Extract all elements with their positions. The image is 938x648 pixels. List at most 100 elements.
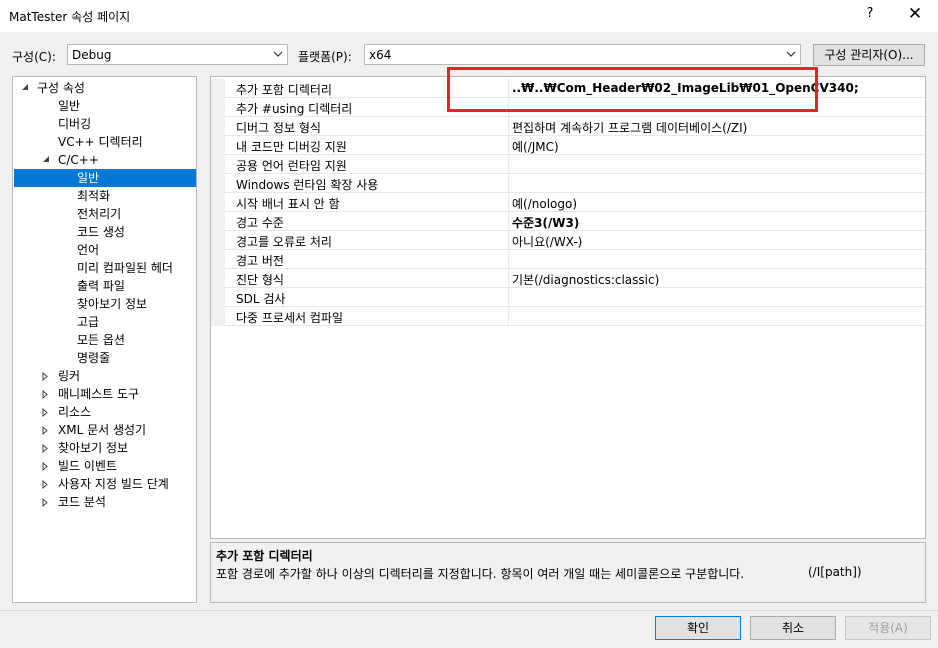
collapsed-triangle-icon[interactable] [42, 498, 48, 507]
ok-button[interactable]: 확인 [655, 616, 741, 640]
grid-row-clr-support[interactable]: 공용 언어 런타임 지원 [211, 155, 925, 174]
grid-row-name: 디버그 정보 형식 [236, 121, 321, 135]
tree-item-resources[interactable]: 리소스 [58, 403, 91, 421]
collapsed-triangle-icon[interactable] [42, 480, 48, 489]
row-margin [211, 174, 225, 193]
close-button[interactable]: ✕ [903, 4, 927, 28]
tree-item-code-generation[interactable]: 코드 생성 [77, 223, 125, 241]
grid-row-value[interactable]: 기본(/diagnostics:classic) [512, 271, 659, 288]
tree-item-browse-info-2[interactable]: 찾아보기 정보 [58, 439, 128, 457]
tree-item-cpp[interactable]: C/C++ [58, 151, 99, 169]
collapsed-triangle-icon[interactable] [42, 444, 48, 453]
column-divider [508, 307, 509, 326]
cancel-button[interactable]: 취소 [750, 616, 836, 640]
column-divider [508, 288, 509, 307]
platform-value: x64 [369, 48, 392, 62]
grid-row-name: 다중 프로세서 컴파일 [236, 311, 343, 325]
row-margin [211, 79, 225, 98]
tree-item-build-events[interactable]: 빌드 이벤트 [58, 457, 117, 475]
property-grid[interactable]: 추가 포함 디렉터리 ..₩..₩Com_Header₩02_ImageLib₩… [210, 76, 926, 539]
row-margin [211, 250, 225, 269]
column-divider [508, 136, 509, 155]
tree-item-preprocessor[interactable]: 전처리기 [77, 205, 121, 223]
grid-row-name: 경고 버전 [236, 254, 284, 268]
tree-item-xml-doc-generator[interactable]: XML 문서 생성기 [58, 421, 146, 439]
grid-row-name: Windows 런타임 확장 사용 [236, 178, 379, 192]
grid-row-diagnostics-format[interactable]: 진단 형식 기본(/diagnostics:classic) [211, 269, 925, 288]
grid-row-debug-info-format[interactable]: 디버그 정보 형식 편집하며 계속하기 프로그램 데이터베이스(/ZI) [211, 117, 925, 136]
tree-item-output-files[interactable]: 출력 파일 [77, 277, 125, 295]
tree-item-optimization[interactable]: 최적화 [77, 187, 110, 205]
title-bar [0, 0, 938, 32]
row-margin [211, 307, 225, 326]
expanded-triangle-icon[interactable] [42, 155, 50, 163]
collapsed-triangle-icon[interactable] [42, 426, 48, 435]
row-margin [211, 212, 225, 231]
tree-item-cpp-general-selected[interactable]: 일반 [14, 169, 196, 187]
tree-item-vc-directories[interactable]: VC++ 디렉터리 [58, 133, 143, 151]
tree-item-debugging[interactable]: 디버깅 [58, 115, 91, 133]
grid-row-value[interactable]: 수준3(/W3) [512, 214, 579, 231]
tree-item-all-options[interactable]: 모든 옵션 [77, 331, 125, 349]
grid-row-warning-level[interactable]: 경고 수준 수준3(/W3) [211, 212, 925, 231]
row-margin [211, 98, 225, 117]
tree-item-linker[interactable]: 링커 [58, 367, 80, 385]
description-switch: (/I[path]) [808, 565, 862, 579]
help-button[interactable]: ? [860, 6, 880, 26]
grid-row-name: 내 코드만 디버깅 지원 [236, 140, 347, 154]
grid-row-just-my-code[interactable]: 내 코드만 디버깅 지원 예(/JMC) [211, 136, 925, 155]
description-panel: 추가 포함 디렉터리 포함 경로에 추가할 하나 이상의 디렉터리를 지정합니다… [210, 542, 926, 603]
description-title: 추가 포함 디렉터리 [216, 549, 313, 563]
description-text: 포함 경로에 추가할 하나 이상의 디렉터리를 지정합니다. 항목이 여러 개일… [216, 567, 745, 581]
tree-item-advanced[interactable]: 고급 [77, 313, 99, 331]
row-margin [211, 193, 225, 212]
tree-item-label: 일반 [77, 171, 100, 185]
tree-item-general[interactable]: 일반 [58, 97, 80, 115]
column-divider [508, 212, 509, 231]
tree-item-custom-build-step[interactable]: 사용자 지정 빌드 단계 [58, 475, 169, 493]
column-divider [508, 269, 509, 288]
tree-item-command-line[interactable]: 명령줄 [77, 349, 110, 367]
grid-row-name: 경고 수준 [236, 216, 284, 230]
tree-item-code-analysis[interactable]: 코드 분석 [58, 493, 106, 511]
grid-row-value[interactable]: 편집하며 계속하기 프로그램 데이터베이스(/ZI) [512, 119, 747, 136]
row-margin [211, 117, 225, 136]
tree-item-config-properties[interactable]: 구성 속성 [37, 79, 85, 97]
grid-row-warnings-as-errors[interactable]: 경고를 오류로 처리 아니요(/WX-) [211, 231, 925, 250]
tree-item-precompiled-headers[interactable]: 미리 컴파일된 헤더 [77, 259, 173, 277]
tree-item-browse-info[interactable]: 찾아보기 정보 [77, 295, 147, 313]
grid-row-name: 경고를 오류로 처리 [236, 235, 332, 249]
platform-combo[interactable]: x64 [364, 44, 801, 65]
config-manager-button[interactable]: 구성 관리자(O)... [813, 44, 925, 66]
collapsed-triangle-icon[interactable] [42, 390, 48, 399]
config-combo[interactable]: Debug [67, 44, 288, 65]
grid-row-name: 진단 형식 [236, 273, 284, 287]
grid-row-sdl-checks[interactable]: SDL 검사 [211, 288, 925, 307]
grid-row-name: 추가 #using 디렉터리 [236, 102, 353, 116]
column-divider [508, 193, 509, 212]
collapsed-triangle-icon[interactable] [42, 408, 48, 417]
row-margin [211, 288, 225, 307]
tree-item-manifest-tool[interactable]: 매니페스트 도구 [58, 385, 139, 403]
column-divider [508, 231, 509, 250]
tree-item-language[interactable]: 언어 [77, 241, 99, 259]
property-tree[interactable]: 구성 속성 일반 디버깅 VC++ 디렉터리 C/C++ 일반 최적화 전처리기… [12, 76, 197, 603]
grid-row-winrt-extension[interactable]: Windows 런타임 확장 사용 [211, 174, 925, 193]
collapsed-triangle-icon[interactable] [42, 462, 48, 471]
column-divider [508, 155, 509, 174]
grid-row-multiprocessor-compile[interactable]: 다중 프로세서 컴파일 [211, 307, 925, 326]
apply-button[interactable]: 적용(A) [845, 616, 931, 640]
row-margin [211, 136, 225, 155]
row-margin [211, 231, 225, 250]
config-value: Debug [72, 48, 112, 62]
row-margin [211, 269, 225, 288]
grid-row-name: SDL 검사 [236, 292, 286, 306]
chevron-down-icon [273, 51, 283, 57]
grid-row-value[interactable]: 아니요(/WX-) [512, 233, 582, 250]
grid-row-value[interactable]: 예(/JMC) [512, 138, 559, 155]
grid-row-value[interactable]: 예(/nologo) [512, 195, 577, 212]
grid-row-suppress-banner[interactable]: 시작 배너 표시 안 함 예(/nologo) [211, 193, 925, 212]
expanded-triangle-icon[interactable] [21, 83, 29, 91]
grid-row-warning-version[interactable]: 경고 버전 [211, 250, 925, 269]
collapsed-triangle-icon[interactable] [42, 372, 48, 381]
